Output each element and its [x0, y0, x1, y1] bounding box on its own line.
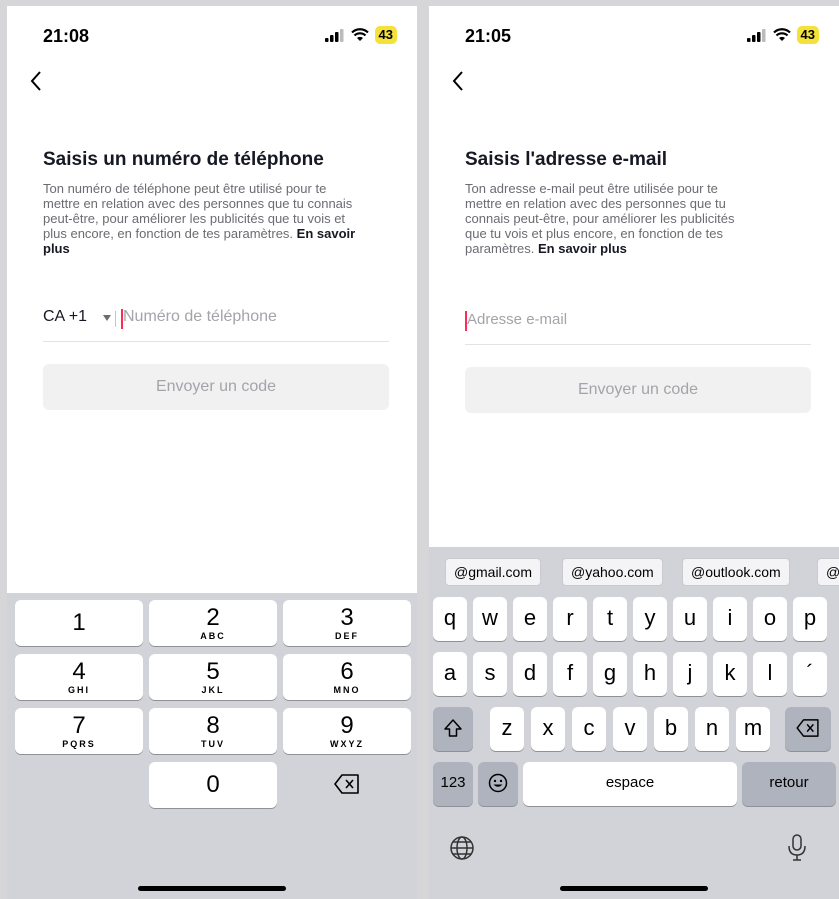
key-w[interactable]: w	[473, 597, 507, 641]
key-8[interactable]: 8 TUV	[149, 708, 277, 754]
key-s[interactable]: s	[473, 652, 507, 696]
space-key[interactable]: espace	[523, 762, 737, 806]
key-t[interactable]: t	[593, 597, 627, 641]
description: Ton adresse e-mail peut être utilisée po…	[465, 181, 735, 256]
key-n[interactable]: n	[695, 707, 729, 751]
key-z[interactable]: z	[490, 707, 524, 751]
dropdown-arrow-icon[interactable]	[103, 315, 111, 321]
key-e[interactable]: e	[513, 597, 547, 641]
key-k[interactable]: k	[713, 652, 747, 696]
page-title: Saisis un numéro de téléphone	[43, 149, 324, 170]
key-5[interactable]: 5 JKL	[149, 654, 277, 700]
phone-input-row[interactable]: CA +1 Numéro de téléphone	[43, 302, 389, 342]
key-u[interactable]: u	[673, 597, 707, 641]
key-v[interactable]: v	[613, 707, 647, 751]
home-indicator	[560, 886, 708, 891]
key-a[interactable]: a	[433, 652, 467, 696]
send-code-button[interactable]: Envoyer un code	[465, 367, 811, 413]
key-9[interactable]: 9 WXYZ	[283, 708, 411, 754]
email-input-row[interactable]: Adresse e-mail	[465, 305, 811, 345]
shift-arrow-icon	[444, 719, 462, 737]
email-input[interactable]: Adresse e-mail	[467, 311, 567, 328]
status-bar: 21:08 43	[7, 26, 417, 50]
numbers-key[interactable]: 123	[433, 762, 473, 806]
emoji-icon	[488, 773, 508, 793]
key-h[interactable]: h	[633, 652, 667, 696]
page-title: Saisis l'adresse e-mail	[465, 149, 668, 170]
key-6[interactable]: 6 MNO	[283, 654, 411, 700]
learn-more-link-cont[interactable]: plus	[43, 241, 70, 256]
suggestion-outlook[interactable]: @outlook.com	[682, 558, 790, 586]
key-l[interactable]: l	[753, 652, 787, 696]
phone-number-input[interactable]: Numéro de téléphone	[123, 308, 277, 326]
alpha-keyboard: @gmail.com @yahoo.com @outlook.com @ qwe…	[429, 547, 839, 899]
key-4[interactable]: 4 GHI	[15, 654, 143, 700]
emoji-key[interactable]	[478, 762, 518, 806]
suggestion-gmail[interactable]: @gmail.com	[445, 558, 542, 586]
key-o[interactable]: o	[753, 597, 787, 641]
key-accent[interactable]: ´	[793, 652, 827, 696]
wifi-icon	[350, 28, 369, 41]
status-bar: 21:05 43	[429, 26, 839, 50]
suggestion-more[interactable]: @	[817, 558, 839, 586]
key-3[interactable]: 3 DEF	[283, 600, 411, 646]
phone-number-screen: 21:08 43 Saisis un numéro de téléphone T…	[7, 6, 417, 899]
signal-icon	[324, 28, 344, 42]
learn-more-link[interactable]: En savoir plus	[538, 241, 627, 256]
shift-key[interactable]	[433, 707, 473, 751]
delete-backspace-icon[interactable]	[334, 774, 360, 794]
key-i[interactable]: i	[713, 597, 747, 641]
numeric-keypad: 1 2 ABC 3 DEF 4 GHI 5 JKL 6 MNO 7 PQRS 8 TUV 9W…	[7, 593, 417, 899]
key-g[interactable]: g	[593, 652, 627, 696]
back-chevron-icon[interactable]	[29, 70, 43, 92]
key-f[interactable]: f	[553, 652, 587, 696]
key-0[interactable]: 0	[149, 762, 277, 808]
key-c[interactable]: c	[572, 707, 606, 751]
key-m[interactable]: m	[736, 707, 770, 751]
description: Ton numéro de téléphone peut être utilis…	[43, 181, 356, 256]
key-j[interactable]: j	[673, 652, 707, 696]
learn-more-link[interactable]: En savoir	[297, 226, 356, 241]
key-p[interactable]: p	[793, 597, 827, 641]
delete-backspace-icon	[796, 719, 819, 737]
home-indicator	[138, 886, 286, 891]
status-time: 21:08	[43, 26, 90, 46]
wifi-icon	[772, 28, 791, 41]
country-code-selector[interactable]: CA +1	[43, 308, 87, 326]
key-r[interactable]: r	[553, 597, 587, 641]
key-b[interactable]: b	[654, 707, 688, 751]
battery-indicator: 43	[374, 26, 397, 44]
globe-icon[interactable]	[449, 835, 475, 861]
signal-icon	[746, 28, 766, 42]
key-d[interactable]: d	[513, 652, 547, 696]
key-q[interactable]: q	[433, 597, 467, 641]
key-x[interactable]: x	[531, 707, 565, 751]
field-divider	[115, 311, 116, 327]
delete-key[interactable]	[785, 707, 831, 751]
key-7[interactable]: 7 PQRS	[15, 708, 143, 754]
status-time: 21:05	[465, 26, 512, 46]
back-chevron-icon[interactable]	[451, 70, 465, 92]
key-2[interactable]: 2 ABC	[149, 600, 277, 646]
email-screen: 21:05 43 Saisis l'adresse e-mail Ton adr…	[429, 6, 839, 899]
battery-indicator: 43	[796, 26, 819, 44]
key-y[interactable]: y	[633, 597, 667, 641]
return-key[interactable]: retour	[742, 762, 836, 806]
key-1[interactable]: 1	[15, 600, 143, 646]
suggestion-yahoo[interactable]: @yahoo.com	[562, 558, 663, 586]
microphone-icon[interactable]	[787, 834, 807, 862]
send-code-button[interactable]: Envoyer un code	[43, 364, 389, 410]
